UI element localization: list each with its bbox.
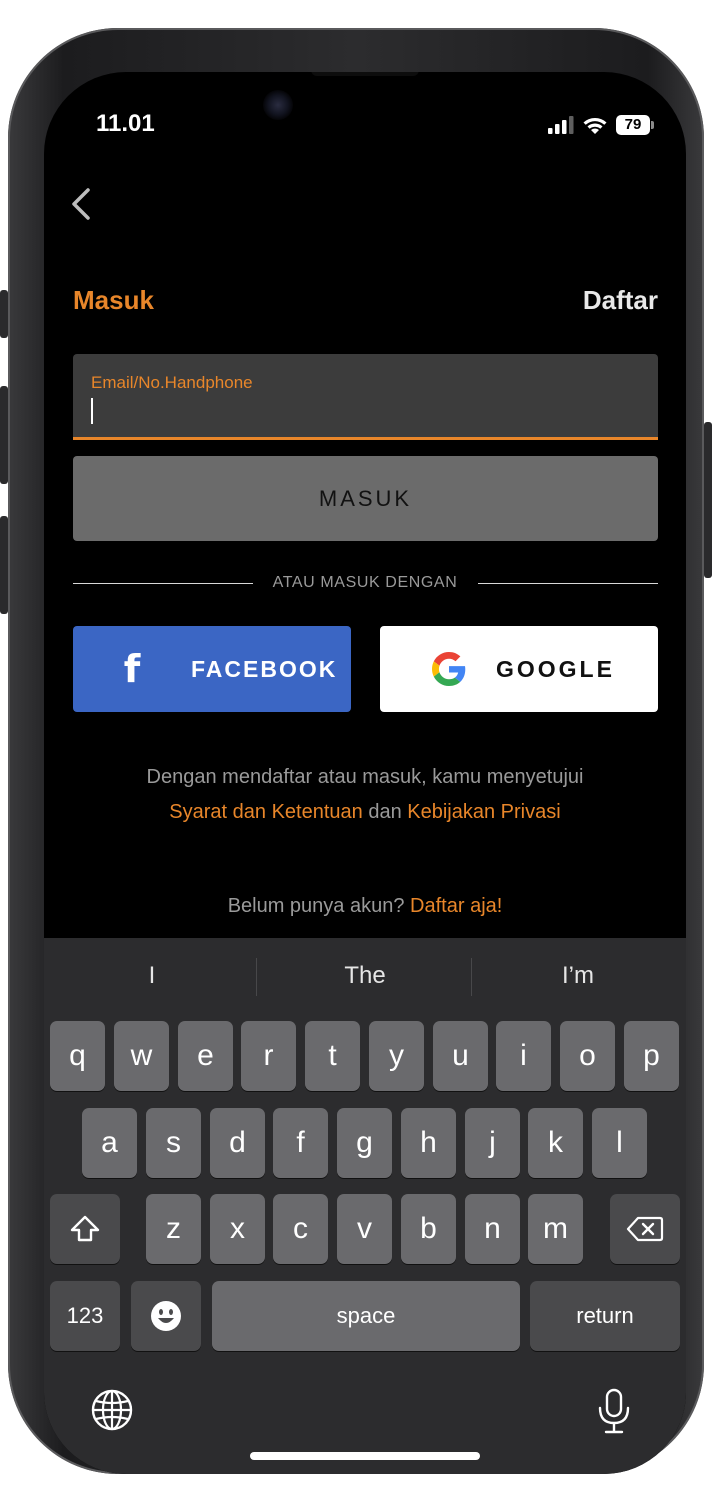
backspace-icon bbox=[626, 1216, 664, 1242]
social-divider-text: ATAU MASUK DENGAN bbox=[44, 574, 686, 592]
signup-prompt: Belum punya akun? Daftar aja! bbox=[44, 895, 686, 918]
emoji-icon bbox=[151, 1301, 181, 1331]
key-x[interactable]: x bbox=[210, 1194, 265, 1264]
google-button-label: GOOGLE bbox=[496, 655, 615, 682]
key-e[interactable]: e bbox=[178, 1021, 233, 1091]
key-p[interactable]: p bbox=[624, 1021, 679, 1091]
globe-button[interactable] bbox=[90, 1388, 138, 1436]
shift-icon bbox=[70, 1215, 100, 1242]
key-z[interactable]: z bbox=[146, 1194, 201, 1264]
action-button bbox=[0, 290, 8, 338]
key-r[interactable]: r bbox=[241, 1021, 296, 1091]
key-i[interactable]: i bbox=[496, 1021, 551, 1091]
key-o[interactable]: o bbox=[560, 1021, 615, 1091]
suggestion-3[interactable]: I’m bbox=[478, 962, 678, 990]
tab-register[interactable]: Daftar bbox=[583, 285, 658, 316]
terms-line-2: Syarat dan Ketentuan dan Kebijakan Priva… bbox=[44, 795, 686, 830]
phone-frame: 11.01 79 Masuk Daftar Email/No.Handphone… bbox=[0, 28, 712, 1474]
google-login-button[interactable]: GOOGLE bbox=[380, 626, 658, 712]
key-s[interactable]: s bbox=[146, 1108, 201, 1178]
suggestion-2[interactable]: The bbox=[265, 962, 465, 990]
screen: 11.01 79 Masuk Daftar Email/No.Handphone… bbox=[44, 72, 686, 1474]
key-u[interactable]: u bbox=[433, 1021, 488, 1091]
volume-up-button bbox=[0, 386, 8, 484]
tab-login[interactable]: Masuk bbox=[73, 285, 154, 316]
front-camera bbox=[263, 90, 293, 120]
key-g[interactable]: g bbox=[337, 1108, 392, 1178]
chevron-left-icon bbox=[72, 188, 90, 220]
terms-link[interactable]: Syarat dan Ketentuan bbox=[169, 801, 362, 823]
delete-key[interactable] bbox=[610, 1194, 680, 1264]
suggestion-bar: I The I’m bbox=[44, 938, 686, 1018]
wifi-icon bbox=[583, 117, 607, 134]
key-h[interactable]: h bbox=[401, 1108, 456, 1178]
status-time: 11.01 bbox=[96, 110, 155, 137]
space-key[interactable]: space bbox=[212, 1281, 520, 1351]
suggestion-separator bbox=[471, 958, 472, 996]
suggestion-1[interactable]: I bbox=[52, 962, 252, 990]
key-j[interactable]: j bbox=[465, 1108, 520, 1178]
login-button[interactable]: MASUK bbox=[73, 456, 658, 541]
shift-key[interactable] bbox=[50, 1194, 120, 1264]
key-v[interactable]: v bbox=[337, 1194, 392, 1264]
dictation-button[interactable] bbox=[594, 1388, 638, 1436]
email-field-label: Email/No.Handphone bbox=[91, 373, 253, 392]
key-b[interactable]: b bbox=[401, 1194, 456, 1264]
text-cursor bbox=[91, 398, 93, 424]
key-l[interactable]: l bbox=[592, 1108, 647, 1178]
key-q[interactable]: q bbox=[50, 1021, 105, 1091]
cellular-signal-icon bbox=[548, 116, 574, 134]
key-a[interactable]: a bbox=[82, 1108, 137, 1178]
battery-indicator: 79 bbox=[616, 115, 654, 135]
terms-text: Dengan mendaftar atau masuk, kamu menyet… bbox=[44, 760, 686, 830]
key-y[interactable]: y bbox=[369, 1021, 424, 1091]
keyboard: I The I’m q w e r t y u i o p a s d f g … bbox=[44, 938, 686, 1474]
email-field[interactable]: Email/No.Handphone bbox=[73, 354, 658, 440]
signup-link[interactable]: Daftar aja! bbox=[410, 895, 502, 917]
power-button bbox=[704, 422, 712, 578]
google-icon bbox=[432, 652, 466, 686]
privacy-link[interactable]: Kebijakan Privasi bbox=[407, 801, 560, 823]
volume-down-button bbox=[0, 516, 8, 614]
facebook-button-label: FACEBOOK bbox=[191, 655, 338, 682]
key-m[interactable]: m bbox=[528, 1194, 583, 1264]
key-c[interactable]: c bbox=[273, 1194, 328, 1264]
emoji-key[interactable] bbox=[131, 1281, 201, 1351]
key-f[interactable]: f bbox=[273, 1108, 328, 1178]
key-n[interactable]: n bbox=[465, 1194, 520, 1264]
home-indicator[interactable] bbox=[250, 1452, 480, 1460]
status-icons: 79 bbox=[548, 114, 654, 136]
key-k[interactable]: k bbox=[528, 1108, 583, 1178]
top-speaker bbox=[311, 72, 419, 76]
key-d[interactable]: d bbox=[210, 1108, 265, 1178]
return-key[interactable]: return bbox=[530, 1281, 680, 1351]
facebook-login-button[interactable]: f FACEBOOK bbox=[73, 626, 351, 712]
key-t[interactable]: t bbox=[305, 1021, 360, 1091]
facebook-icon: f bbox=[123, 647, 143, 691]
numbers-key[interactable]: 123 bbox=[50, 1281, 120, 1351]
email-input[interactable] bbox=[87, 394, 646, 428]
key-w[interactable]: w bbox=[114, 1021, 169, 1091]
signup-text: Belum punya akun? bbox=[227, 895, 405, 917]
globe-icon bbox=[91, 1389, 133, 1431]
microphone-icon bbox=[598, 1388, 630, 1434]
terms-line-1: Dengan mendaftar atau masuk, kamu menyet… bbox=[146, 766, 584, 788]
terms-and: dan bbox=[368, 801, 402, 823]
suggestion-separator bbox=[256, 958, 257, 996]
back-button[interactable] bbox=[64, 184, 100, 224]
